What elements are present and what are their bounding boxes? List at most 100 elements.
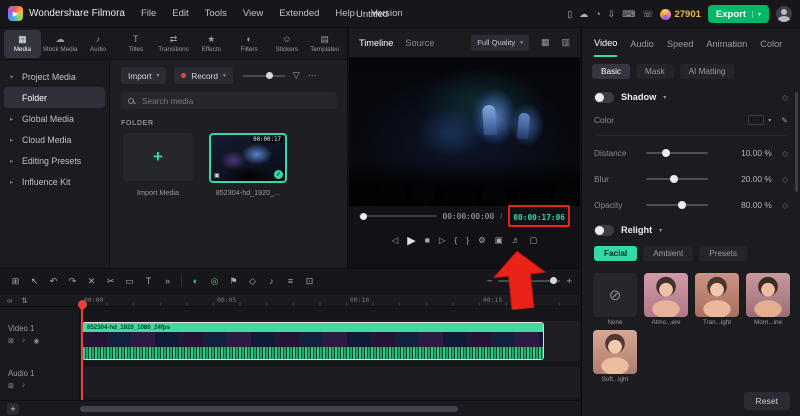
audio-track-lane[interactable] [80,367,580,397]
previous-frame-icon[interactable]: ◁ [392,235,399,246]
delete-icon[interactable]: ✕ [82,276,101,287]
menu-tools[interactable]: Tools [205,8,227,19]
stop-icon[interactable]: ■ [425,235,430,245]
subtab-ai-matting[interactable]: AI Matting [679,64,735,79]
menu-file[interactable]: File [141,8,156,19]
playhead[interactable] [77,300,87,400]
tab-audio[interactable]: ♪ Audio [80,30,117,58]
keyframe-icon[interactable]: ◇ [782,93,788,102]
text-tool-icon[interactable]: T [139,276,158,286]
tab-timeline[interactable]: Timeline [359,38,393,48]
mute-icon[interactable]: ♪ [22,382,26,390]
opacity-slider[interactable] [646,201,708,209]
grid-view-icon[interactable]: ▦ [541,37,550,48]
snapshot-icon[interactable]: ▣ [495,235,503,246]
import-button[interactable]: Import ▾ [121,67,167,84]
marker-icon[interactable]: ⚑ [224,276,243,287]
tab-source[interactable]: Source [405,38,434,48]
preset-thumbnail[interactable] [644,273,688,317]
coin-balance[interactable]: 27901 [660,8,701,20]
blur-slider[interactable] [646,175,708,183]
menu-extended[interactable]: Extended [279,8,319,19]
export-button[interactable]: Export ▾ [707,5,769,23]
blur-value[interactable]: 20.00 % [730,174,772,184]
crop-icon[interactable]: ▭ [120,276,139,287]
filmora-logo-icon[interactable]: ▶ [8,6,23,21]
menu-edit[interactable]: Edit [172,8,188,19]
tab-effects[interactable]: ★ Effects [193,30,230,58]
add-track-button[interactable]: + [7,403,19,415]
more-options-icon[interactable]: ⋯ [308,70,317,81]
tab-filters[interactable]: ◐ Filters [231,30,268,58]
more-tools-icon[interactable]: » [158,276,177,286]
shortcuts-icon[interactable]: ⌨ [622,9,635,20]
sidebar-item-influence-kit[interactable]: ▸ Influence Kit [0,171,109,192]
none-icon[interactable]: ⊘ [593,273,637,317]
tab-templates[interactable]: ▤ Templates [306,30,343,58]
preset-transition-light[interactable]: Tran...ight [694,273,740,326]
zoom-in-icon[interactable]: + [566,276,572,287]
preset-thumbnail[interactable] [746,273,790,317]
link-tracks-icon[interactable]: ∞ [7,296,12,305]
sidebar-item-editing-presets[interactable]: ▸ Editing Presets [0,150,109,171]
voiceover-icon[interactable]: ♪ [262,276,281,286]
sidebar-item-cloud-media[interactable]: ▸ Cloud Media [0,129,109,150]
search-input[interactable] [140,94,330,107]
chevron-down-icon[interactable]: ▾ [659,227,662,234]
preset-soft-light[interactable]: Soft...ight [592,330,638,383]
playback-settings-icon[interactable]: ⚙ [478,235,486,246]
video-track-lane[interactable]: 852304-hd_1920_1080_24fps [80,321,580,361]
audio-mixer-icon[interactable]: ≡ [281,276,300,286]
preset-thumbnail[interactable] [593,330,637,374]
dual-screen-icon[interactable]: ▥ [561,37,570,48]
slider-handle[interactable] [661,149,670,157]
menu-help[interactable]: Help [335,8,355,19]
sidebar-item-folder[interactable]: Folder [4,87,105,108]
keyframe-icon[interactable]: ◇ [782,175,788,184]
select-tool-icon[interactable]: ↖ [25,276,44,287]
seek-handle[interactable] [359,212,367,220]
shadow-toggle[interactable] [594,91,614,103]
support-icon[interactable]: ☏ [642,9,653,20]
subtab-basic[interactable]: Basic [592,64,631,79]
preset-morning-shine[interactable]: Morn...ine [745,273,791,326]
slider-handle[interactable] [669,175,678,183]
slider-handle[interactable] [265,71,273,79]
search-box[interactable] [121,92,337,109]
sidebar-item-project-media[interactable]: ▾ Project Media [0,66,109,87]
mode-ambient[interactable]: Ambient [643,246,694,261]
mute-icon[interactable]: ♪ [22,337,26,345]
slider-handle[interactable] [677,201,686,209]
notifications-icon[interactable]: ◔ [595,9,600,19]
tab-audio-props[interactable]: Audio [630,30,654,56]
export-caret-icon[interactable]: ▾ [751,10,761,18]
tab-animation[interactable]: Animation [706,30,747,56]
tab-stickers[interactable]: ☺ Stickers [268,30,305,58]
menu-view[interactable]: View [243,8,263,19]
import-media-tile[interactable]: + [123,133,193,181]
thumbnail-size-slider[interactable] [242,71,285,79]
chevron-down-icon[interactable]: ▾ [663,94,666,101]
reset-button[interactable]: Reset [743,392,790,410]
keyframe-tool-icon[interactable]: ◇ [243,276,262,287]
properties-scrollbar[interactable] [795,92,798,192]
play-icon[interactable]: ▶ [407,234,415,247]
filter-icon[interactable]: ▽ [293,70,300,81]
tab-stock-media[interactable]: ☁ Stock Media [42,30,79,58]
distance-value[interactable]: 10.00 % [730,148,772,158]
timeline-video-clip[interactable]: 852304-hd_1920_1080_24fps [82,322,544,360]
preset-none[interactable]: ⊘ None [592,273,638,326]
media-clip-thumbnail[interactable]: 00:00:17 ▣ ✓ [209,133,287,183]
user-avatar[interactable] [776,6,792,22]
timeline-ruler[interactable]: ∞ ⇅ 00:00 00:05 00:10 00:15 [0,293,580,307]
layout-grid-icon[interactable]: ⊞ [6,276,25,287]
keyframe-icon[interactable]: ◇ [782,149,788,158]
tab-media[interactable]: ▦ Media [4,29,41,58]
cloud-sync-icon[interactable]: ☁ [579,9,588,20]
lock-icon[interactable]: ⊠ [8,382,14,390]
tab-color[interactable]: Color [760,30,782,56]
tab-transitions[interactable]: ⇄ Transitions [155,30,192,58]
color-dropdown[interactable]: ▾ [748,115,771,125]
smart-cutout-icon[interactable]: ◐ [186,276,205,286]
preset-thumbnail[interactable] [695,273,739,317]
